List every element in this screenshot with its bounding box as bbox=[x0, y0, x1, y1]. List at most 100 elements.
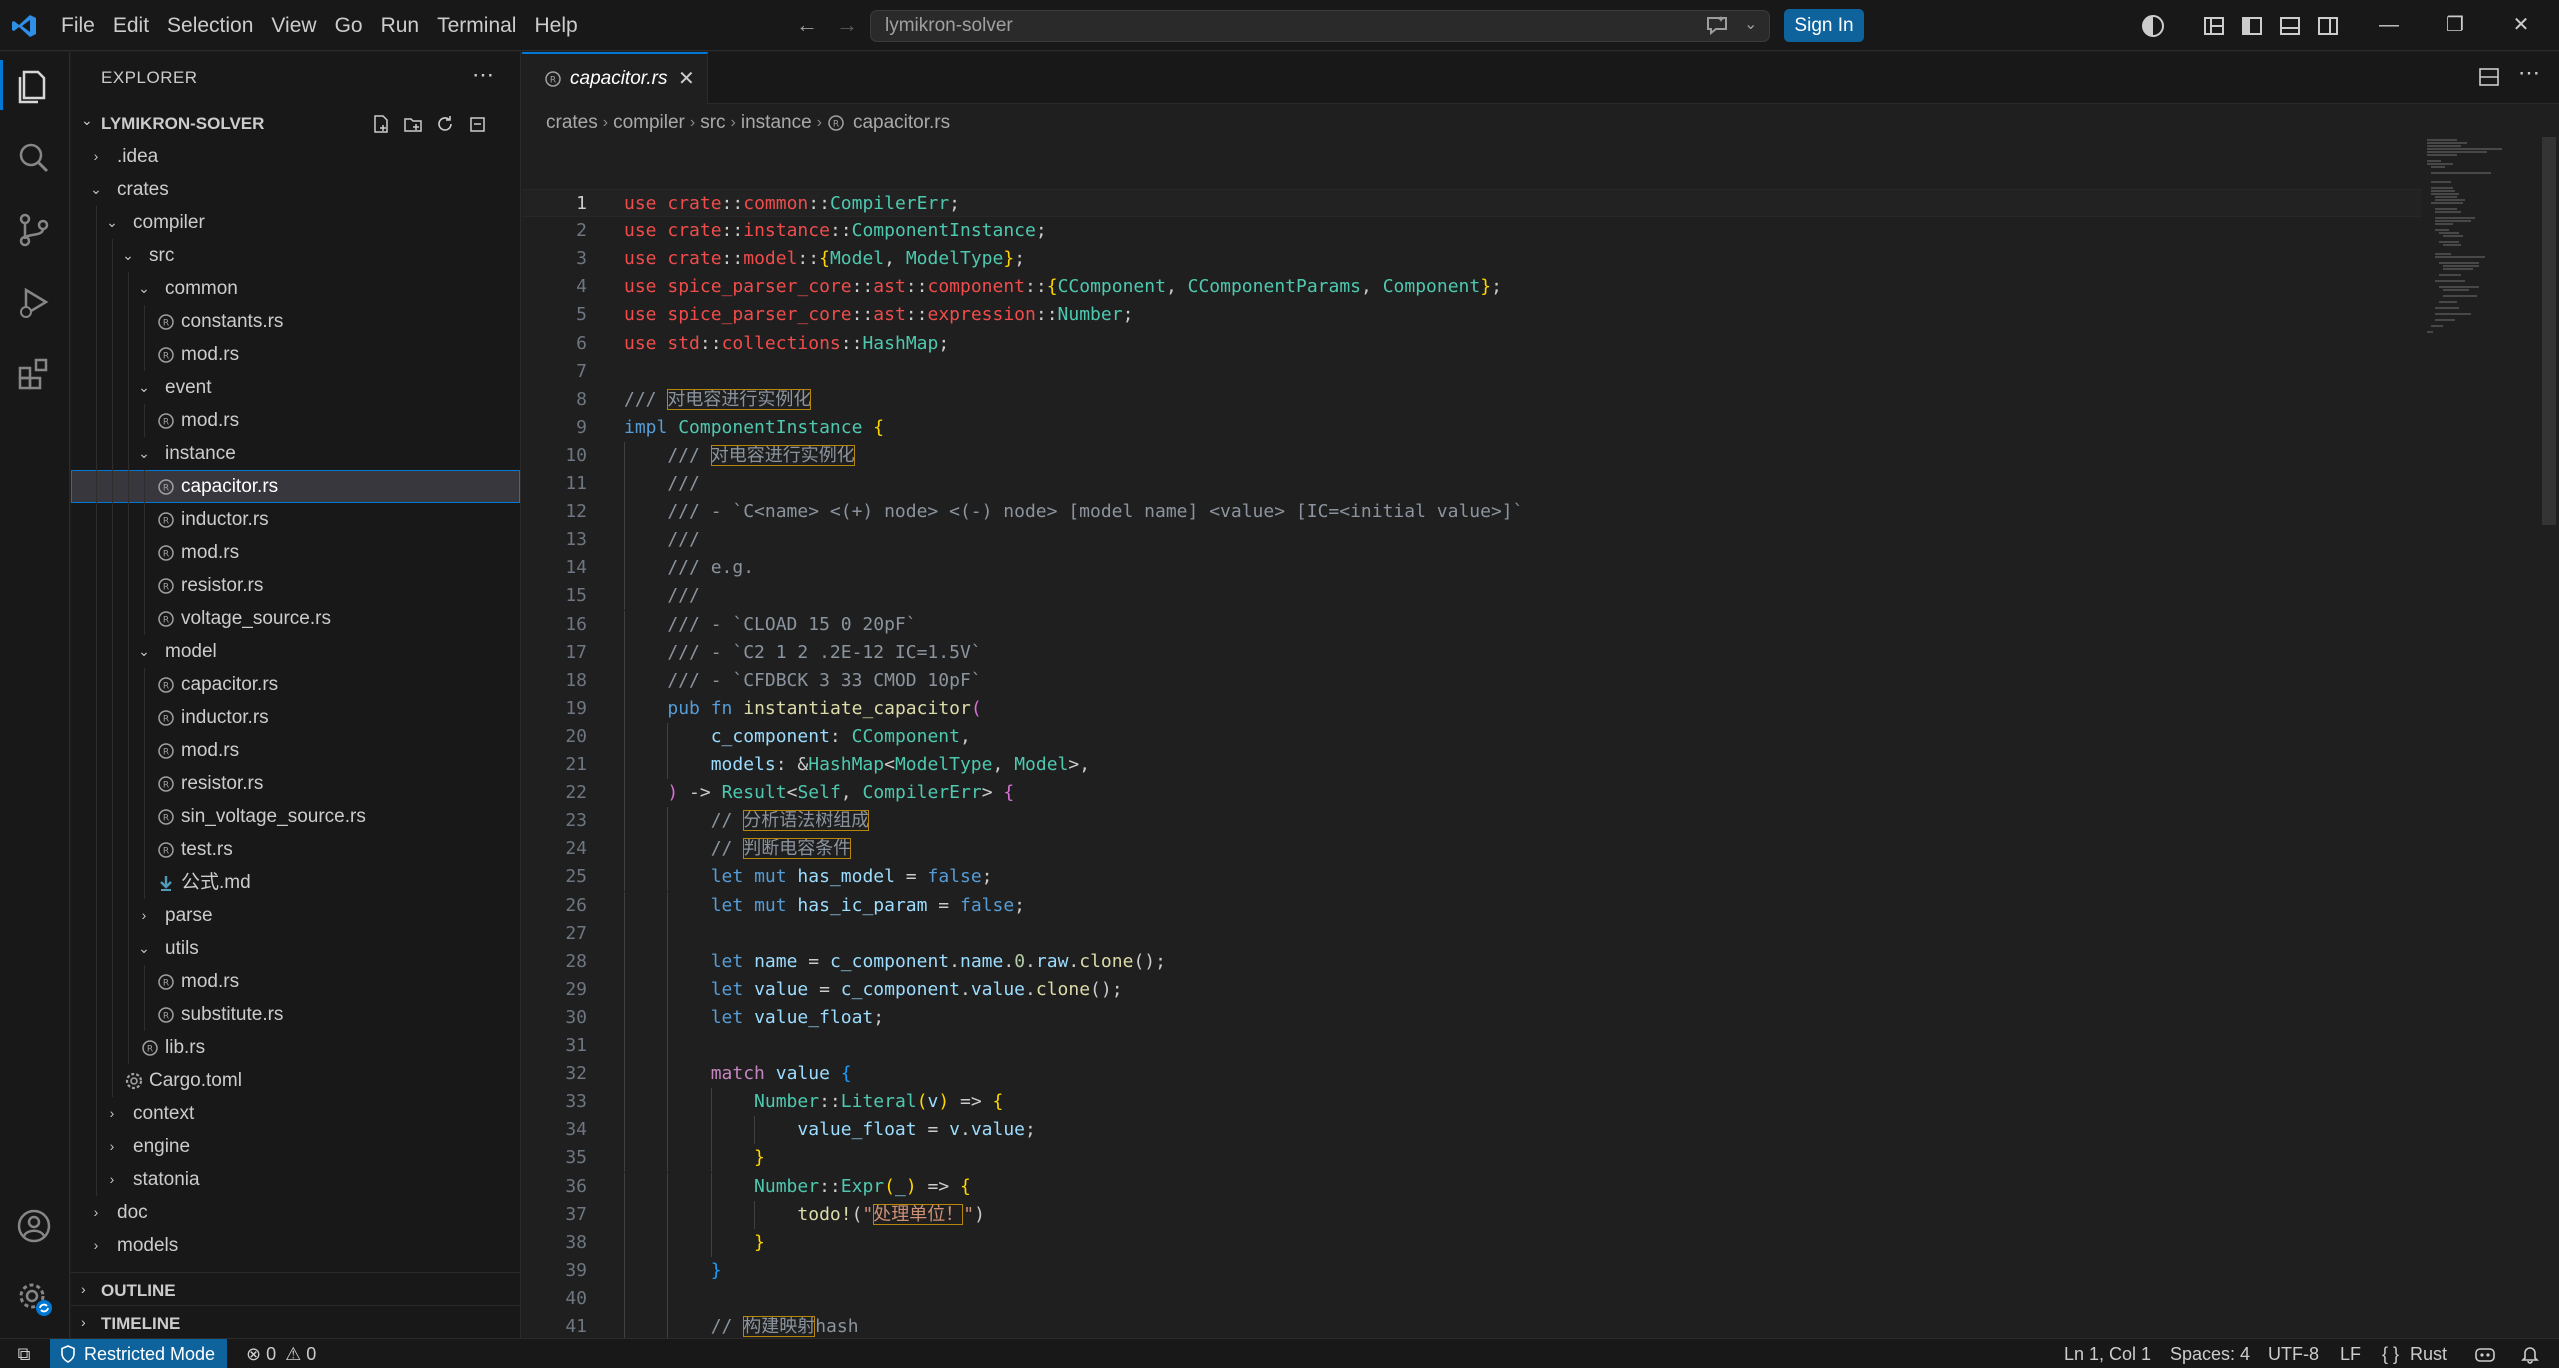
cursor-position[interactable]: Ln 1, Col 1 bbox=[2064, 1339, 2151, 1368]
indentation[interactable]: Spaces: 4 bbox=[2170, 1339, 2250, 1368]
accounts-icon[interactable] bbox=[14, 1206, 54, 1246]
code-line[interactable]: 10 /// 对电容进行实例化 bbox=[522, 442, 2422, 470]
more-actions-icon[interactable]: ⋯ bbox=[472, 62, 494, 88]
tree-item[interactable]: › models bbox=[71, 1229, 520, 1262]
tree-item[interactable]: Rmod.rs bbox=[71, 965, 520, 998]
accounts-theme-icon[interactable] bbox=[2141, 14, 2165, 38]
project-header[interactable]: ⌄ LYMIKRON-SOLVER bbox=[71, 108, 520, 138]
end-of-line[interactable]: LF bbox=[2340, 1339, 2361, 1368]
problems-indicator[interactable]: ⊗ 0 ⚠ 0 bbox=[246, 1339, 316, 1368]
collapse-all-icon[interactable] bbox=[467, 114, 487, 134]
code-line[interactable]: 31 bbox=[522, 1032, 2422, 1060]
chevron-down-icon[interactable]: ⌄ bbox=[1744, 14, 1757, 34]
breadcrumb-item[interactable]: capacitor.rs bbox=[853, 112, 950, 134]
tree-item[interactable]: Rresistor.rs bbox=[71, 569, 520, 602]
menu-terminal[interactable]: Terminal bbox=[428, 9, 525, 43]
code-line[interactable]: 39 } bbox=[522, 1257, 2422, 1285]
close-icon[interactable]: ✕ bbox=[678, 66, 695, 91]
code-line[interactable]: 25 let mut has_model = false; bbox=[522, 863, 2422, 891]
customize-layout-icon[interactable] bbox=[2202, 14, 2226, 38]
menu-go[interactable]: Go bbox=[326, 9, 372, 43]
code-line[interactable]: 11 /// bbox=[522, 470, 2422, 498]
toggle-secondary-sidebar-icon[interactable] bbox=[2316, 14, 2340, 38]
code-line[interactable]: 29 let value = c_component.value.clone()… bbox=[522, 976, 2422, 1004]
tree-item[interactable]: Rmod.rs bbox=[71, 734, 520, 767]
code-line[interactable]: 34 value_float = v.value; bbox=[522, 1116, 2422, 1144]
arrow-right-icon[interactable]: → bbox=[834, 12, 860, 38]
tree-item[interactable]: ⌄ src bbox=[71, 239, 520, 272]
manage-gear-icon[interactable] bbox=[14, 1278, 54, 1318]
copilot-status-icon[interactable] bbox=[2474, 1344, 2496, 1364]
code-line[interactable]: 23 // 分析语法树组成 bbox=[522, 807, 2422, 835]
menu-selection[interactable]: Selection bbox=[158, 9, 262, 43]
breadcrumb-item[interactable]: compiler bbox=[613, 112, 685, 134]
new-folder-icon[interactable] bbox=[403, 114, 423, 134]
code-line[interactable]: 2 use crate::instance::ComponentInstance; bbox=[522, 217, 2422, 245]
code-line[interactable]: 41 // 构建映射hash bbox=[522, 1313, 2422, 1341]
tree-item[interactable]: Cargo.toml bbox=[71, 1064, 520, 1097]
menu-help[interactable]: Help bbox=[525, 9, 586, 43]
tree-item[interactable]: Rconstants.rs bbox=[71, 305, 520, 338]
run-debug-icon[interactable] bbox=[14, 282, 54, 322]
tree-item[interactable]: Rinductor.rs bbox=[71, 701, 520, 734]
refresh-icon[interactable] bbox=[435, 114, 455, 134]
arrow-left-icon[interactable]: ← bbox=[794, 12, 820, 38]
minimap[interactable] bbox=[2425, 137, 2545, 377]
tree-item[interactable]: ⌄ compiler bbox=[71, 206, 520, 239]
tree-item[interactable]: › parse bbox=[71, 899, 520, 932]
tree-item[interactable]: ⌄ common bbox=[71, 272, 520, 305]
scrollbar[interactable] bbox=[2542, 137, 2556, 525]
code-line[interactable]: 40 bbox=[522, 1285, 2422, 1313]
tree-item[interactable]: Rcapacitor.rs bbox=[71, 470, 520, 503]
tree-item[interactable]: › .idea bbox=[71, 140, 520, 173]
menu-view[interactable]: View bbox=[262, 9, 325, 43]
code-line[interactable]: 21 models: &HashMap<ModelType, Model>, bbox=[522, 751, 2422, 779]
code-line[interactable]: 9 impl ComponentInstance { bbox=[522, 414, 2422, 442]
code-line[interactable]: 28 let name = c_component.name.0.raw.clo… bbox=[522, 948, 2422, 976]
code-line[interactable]: 33 Number::Literal(v) => { bbox=[522, 1088, 2422, 1116]
code-line[interactable]: 12 /// - `C<name> <(+) node> <(-) node> … bbox=[522, 498, 2422, 526]
tree-item[interactable]: › context bbox=[71, 1097, 520, 1130]
tree-item[interactable]: ⌄ crates bbox=[71, 173, 520, 206]
more-actions-icon[interactable]: ⋯ bbox=[2518, 60, 2540, 86]
tree-item[interactable]: Rtest.rs bbox=[71, 833, 520, 866]
code-line[interactable]: 36 Number::Expr(_) => { bbox=[522, 1173, 2422, 1201]
search-icon[interactable] bbox=[14, 138, 54, 178]
remote-icon[interactable]: ⧉ bbox=[0, 1339, 48, 1368]
code-line[interactable]: 5 use spice_parser_core::ast::expression:… bbox=[522, 301, 2422, 329]
tree-item[interactable]: Rresistor.rs bbox=[71, 767, 520, 800]
breadcrumb-item[interactable]: crates bbox=[546, 112, 598, 134]
timeline-section[interactable]: › TIMELINE bbox=[71, 1305, 520, 1338]
breadcrumb-item[interactable]: src bbox=[700, 112, 725, 134]
copilot-chat-icon[interactable] bbox=[1704, 12, 1730, 38]
encoding[interactable]: UTF-8 bbox=[2268, 1339, 2319, 1368]
code-line[interactable]: 24 // 判断电容条件 bbox=[522, 835, 2422, 863]
sign-in-button[interactable]: Sign In bbox=[1784, 9, 1864, 42]
code-line[interactable]: 14 /// e.g. bbox=[522, 554, 2422, 582]
code-line[interactable]: 38 } bbox=[522, 1229, 2422, 1257]
code-line[interactable]: 8 /// 对电容进行实例化 bbox=[522, 386, 2422, 414]
code-line[interactable]: 4 use spice_parser_core::ast::component::… bbox=[522, 273, 2422, 301]
explorer-icon[interactable] bbox=[14, 66, 54, 106]
tree-item[interactable]: › engine bbox=[71, 1130, 520, 1163]
tree-item[interactable]: Rsubstitute.rs bbox=[71, 998, 520, 1031]
tree-item[interactable]: ⌄ event bbox=[71, 371, 520, 404]
tree-item[interactable]: › doc bbox=[71, 1196, 520, 1229]
code-line[interactable]: 37 todo!("处理单位！") bbox=[522, 1201, 2422, 1229]
code-line[interactable]: 22 ) -> Result<Self, CompilerErr> { bbox=[522, 779, 2422, 807]
code-line[interactable]: 15 /// bbox=[522, 582, 2422, 610]
code-line[interactable]: 17 /// - `C2 1 2 .2E-12 IC=1.5V` bbox=[522, 639, 2422, 667]
code-line[interactable]: 16 /// - `CLOAD 15 0 20pF` bbox=[522, 611, 2422, 639]
command-center-search[interactable]: lymikron-solver bbox=[870, 10, 1770, 42]
source-control-icon[interactable] bbox=[14, 210, 54, 250]
split-editor-icon[interactable] bbox=[2478, 66, 2500, 88]
tree-item[interactable]: ⌄ utils bbox=[71, 932, 520, 965]
code-line[interactable]: 32 match value { bbox=[522, 1060, 2422, 1088]
tree-item[interactable]: › statonia bbox=[71, 1163, 520, 1196]
tree-item[interactable]: Rmod.rs bbox=[71, 338, 520, 371]
notifications-bell-icon[interactable] bbox=[2520, 1344, 2540, 1364]
code-line[interactable]: 7 bbox=[522, 358, 2422, 386]
code-line[interactable]: 18 /// - `CFDBCK 3 33 CMOD 10pF` bbox=[522, 667, 2422, 695]
breadcrumb-item[interactable]: instance bbox=[741, 112, 812, 134]
tree-item[interactable]: ⌄ model bbox=[71, 635, 520, 668]
